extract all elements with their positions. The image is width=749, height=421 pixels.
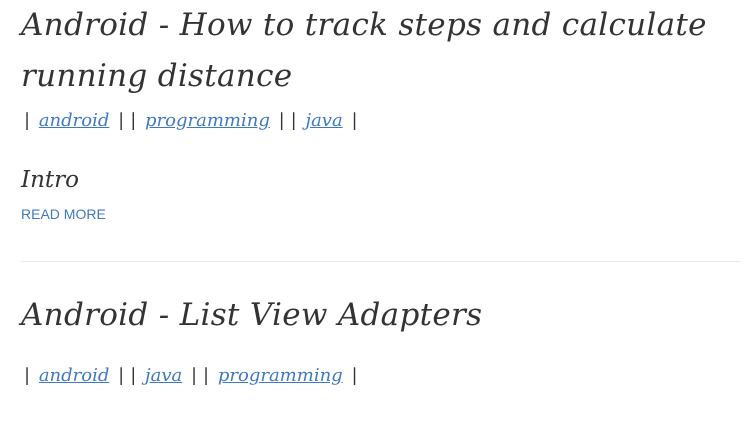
- tag-separator: |: [130, 365, 137, 386]
- tag-separator: |: [351, 365, 358, 386]
- tag-link-android[interactable]: android: [39, 110, 110, 131]
- post-card: Android - How to track steps and calcula…: [21, 0, 741, 223]
- tag-link-android[interactable]: android: [39, 365, 110, 386]
- tag-link-java[interactable]: java: [145, 365, 182, 386]
- tag-separator: |: [190, 365, 198, 386]
- post-tags: | android | | java | | programming |: [21, 363, 741, 389]
- post-feed: Android - How to track steps and calcula…: [21, 0, 741, 389]
- tag-separator: |: [290, 110, 297, 131]
- post-tags: | android | | programming | | java |: [21, 108, 741, 134]
- post-title[interactable]: Android - List View Adapters: [21, 290, 741, 341]
- tag-separator: |: [278, 110, 285, 131]
- post-title[interactable]: Android - How to track steps and calcula…: [21, 0, 741, 102]
- tag-link-programming[interactable]: programming: [218, 365, 343, 386]
- tag-link-java[interactable]: java: [305, 110, 342, 131]
- tag-separator: |: [24, 110, 31, 131]
- tag-separator: |: [203, 365, 210, 386]
- post-divider: [21, 261, 741, 262]
- tag-separator: |: [130, 110, 137, 131]
- post-excerpt: Intro: [21, 167, 79, 193]
- tag-separator: |: [351, 110, 358, 131]
- tag-separator: |: [118, 110, 125, 131]
- read-more-link[interactable]: READ MORE: [21, 205, 106, 223]
- post-card: Android - List View Adapters | android |…: [21, 290, 741, 389]
- tag-separator: |: [118, 365, 125, 386]
- tag-separator: |: [24, 365, 31, 386]
- tag-link-programming[interactable]: programming: [145, 110, 270, 131]
